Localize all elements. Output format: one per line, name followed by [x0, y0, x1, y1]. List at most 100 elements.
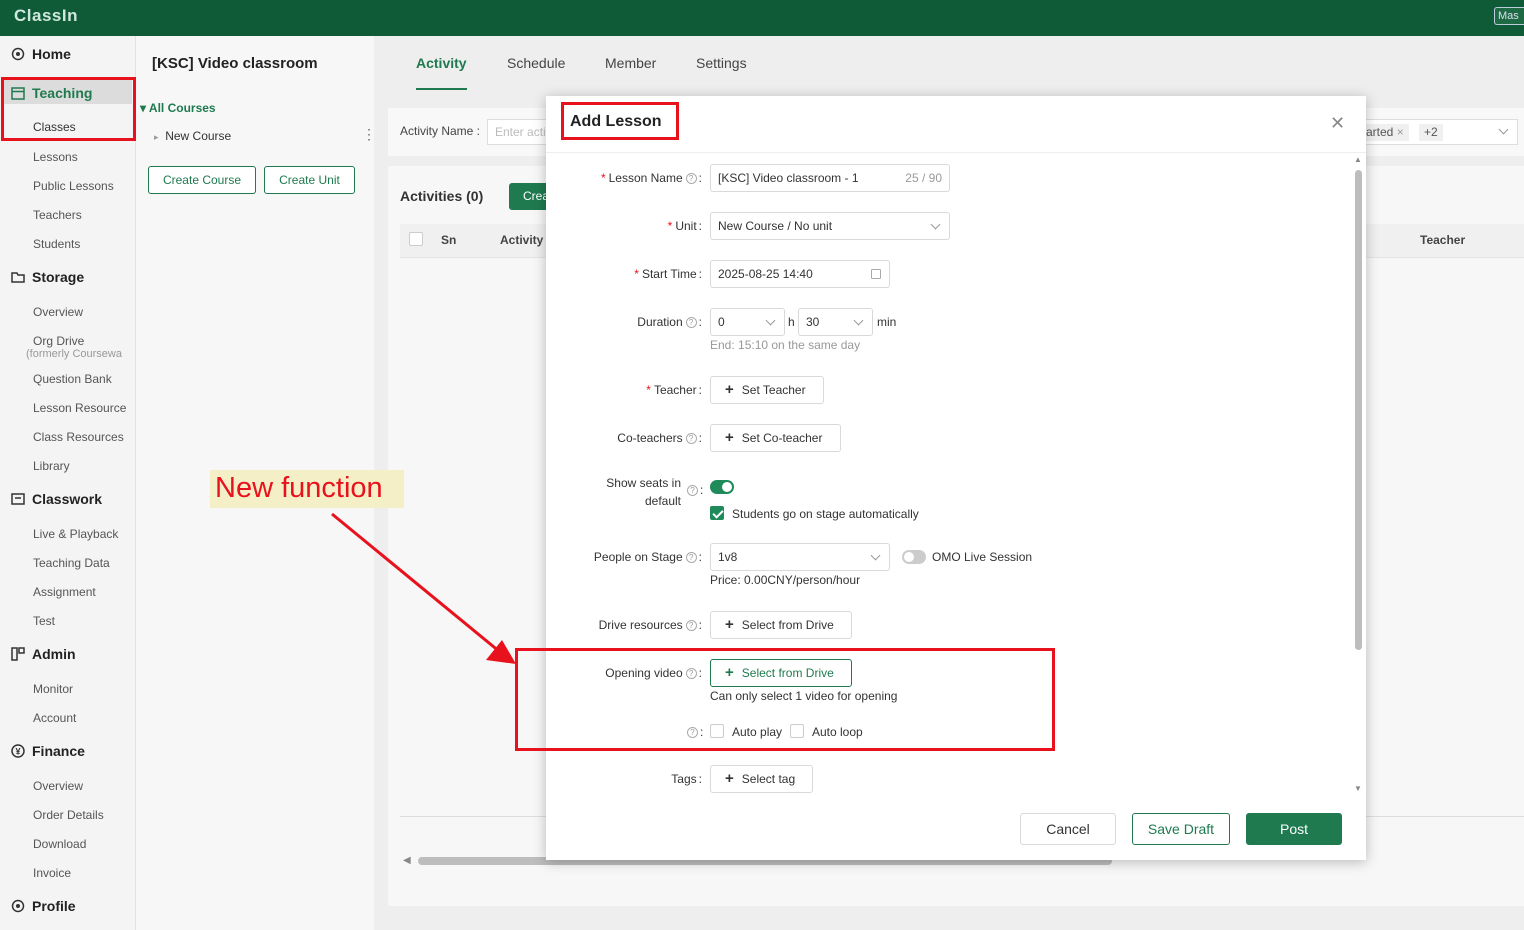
sidebar-item-students[interactable]: Students [33, 237, 80, 251]
activities-title: Activities (0) [400, 188, 484, 204]
character-counter: 25 / 90 [905, 171, 942, 185]
price-text: Price: 0.00CNY/person/hour [710, 573, 861, 587]
sidebar-item-order-details[interactable]: Order Details [33, 808, 104, 822]
lesson-name-input[interactable]: [KSC] Video classroom - 1 25 / 90 [710, 164, 950, 192]
column-activity: Activity [500, 233, 544, 247]
duration-hours-select[interactable]: 0 [710, 308, 785, 336]
select-all-checkbox[interactable] [409, 232, 423, 246]
status-filter-select[interactable]: arted × +2 [1360, 119, 1518, 145]
create-unit-button[interactable]: Create Unit [264, 166, 355, 194]
duration-end-hint: End: 15:10 on the same day [710, 338, 861, 352]
close-icon[interactable]: ✕ [1330, 113, 1345, 134]
plus-icon: + [725, 616, 734, 633]
chevron-down-icon [853, 315, 864, 326]
drive-resources-select-button[interactable]: + Select from Drive [710, 611, 852, 639]
show-seats-help: ?: [684, 483, 703, 497]
sidebar-section-admin[interactable]: Admin [10, 646, 76, 662]
status-more-tag: +2 [1419, 124, 1443, 141]
scroll-down-icon[interactable]: ▼ [1354, 784, 1362, 793]
unit-label: * Unit: [667, 219, 702, 233]
set-coteacher-button[interactable]: + Set Co-teacher [710, 424, 841, 452]
sidebar-item-account[interactable]: Account [33, 711, 76, 725]
sidebar-item-teaching-data[interactable]: Teaching Data [33, 556, 110, 570]
scroll-left-icon[interactable]: ◀ [403, 855, 411, 866]
unit-select[interactable]: New Course / No unit [710, 212, 950, 240]
tree-all-courses[interactable]: ▾ All Courses [140, 101, 216, 115]
tab-member[interactable]: Member [605, 55, 656, 71]
sidebar-section-home[interactable]: Home [10, 46, 71, 62]
sidebar-item-monitor[interactable]: Monitor [33, 682, 73, 696]
vertical-scrollbar[interactable] [1355, 170, 1362, 650]
tags-label: Tags: [671, 772, 702, 786]
sidebar-item-finance-overview[interactable]: Overview [33, 779, 83, 793]
sidebar-item-invoice[interactable]: Invoice [33, 866, 71, 880]
help-icon: ? [685, 552, 697, 563]
omo-live-session-toggle[interactable] [902, 550, 926, 564]
tab-schedule[interactable]: Schedule [507, 55, 565, 71]
students-on-stage-label: Students go on stage automatically [732, 507, 919, 521]
sidebar-item-class-resources[interactable]: Class Resources [33, 430, 124, 444]
user-chip[interactable]: Mas [1494, 7, 1524, 25]
sidebar-item-test[interactable]: Test [33, 614, 55, 628]
help-icon: ? [685, 317, 697, 328]
folder-icon [11, 272, 25, 283]
column-sn: Sn [441, 233, 457, 247]
sidebar-item-live-playback[interactable]: Live & Playback [33, 527, 118, 541]
hours-unit: h [788, 315, 795, 329]
sidebar-section-finance[interactable]: ¥ Finance [10, 743, 85, 759]
start-time-label: * Start Time: [634, 267, 702, 281]
teacher-label: * Teacher: [646, 383, 702, 397]
set-teacher-button[interactable]: + Set Teacher [710, 376, 824, 404]
plus-icon: + [725, 429, 734, 446]
omo-live-session-label: OMO Live Session [932, 550, 1033, 564]
highlight-modal-title [561, 102, 679, 140]
tree-item-new-course[interactable]: ▸ New Course [154, 129, 231, 143]
people-on-stage-select[interactable]: 1v8 [710, 543, 890, 571]
calendar-icon [871, 269, 881, 279]
select-tag-button[interactable]: + Select tag [710, 765, 813, 793]
close-icon[interactable]: × [1397, 125, 1404, 139]
sidebar-item-question-bank[interactable]: Question Bank [33, 372, 112, 386]
sidebar [0, 36, 136, 930]
sidebar-item-public-lessons[interactable]: Public Lessons [33, 179, 114, 193]
sidebar-item-lessons[interactable]: Lessons [33, 150, 78, 164]
sidebar-item-assignment[interactable]: Assignment [33, 585, 96, 599]
classin-logo: ClassIn [14, 6, 78, 25]
sidebar-item-org-drive-subtitle: (formerly Coursewa [26, 348, 122, 360]
gear-icon [11, 47, 25, 61]
post-button[interactable]: Post [1246, 813, 1342, 845]
status-tag: arted × [1361, 124, 1409, 141]
sidebar-item-lesson-resources[interactable]: Lesson Resource [33, 401, 126, 415]
sidebar-item-library[interactable]: Library [33, 459, 70, 473]
sidebar-section-classwork[interactable]: Classwork [10, 491, 102, 507]
activity-name-label: Activity Name : [400, 124, 481, 138]
save-draft-button[interactable]: Save Draft [1132, 813, 1230, 845]
tab-activity[interactable]: Activity [416, 55, 467, 71]
highlight-opening-video [515, 648, 1055, 751]
board-icon [11, 493, 25, 505]
sidebar-item-teachers[interactable]: Teachers [33, 208, 82, 222]
new-function-annotation: New function [210, 470, 404, 508]
students-on-stage-checkbox[interactable] [710, 506, 724, 520]
show-seats-label: Show seats in default [606, 476, 681, 508]
people-on-stage-label: People on Stage?: [593, 550, 702, 564]
tab-settings[interactable]: Settings [696, 55, 747, 71]
duration-minutes-select[interactable]: 30 [798, 308, 873, 336]
lesson-name-label: * Lesson Name?: [600, 171, 702, 185]
plus-icon: + [725, 381, 734, 398]
sidebar-section-profile[interactable]: Profile [10, 898, 76, 914]
create-activity-button[interactable]: Crea [509, 183, 549, 210]
scroll-up-icon[interactable]: ▲ [1354, 155, 1362, 164]
sidebar-item-storage-overview[interactable]: Overview [33, 305, 83, 319]
chevron-down-icon [930, 219, 941, 230]
sidebar-section-storage[interactable]: Storage [10, 269, 84, 285]
sidebar-item-download[interactable]: Download [33, 837, 86, 851]
chevron-down-icon [765, 315, 776, 326]
show-seats-toggle[interactable] [710, 480, 734, 494]
column-teacher: Teacher [1420, 233, 1466, 247]
cancel-button[interactable]: Cancel [1020, 813, 1116, 845]
modal-header-divider [546, 152, 1366, 153]
create-course-button[interactable]: Create Course [148, 166, 256, 194]
sidebar-item-org-drive[interactable]: Org Drive [33, 334, 84, 348]
start-time-picker[interactable]: 2025-08-25 14:40 [710, 260, 890, 288]
